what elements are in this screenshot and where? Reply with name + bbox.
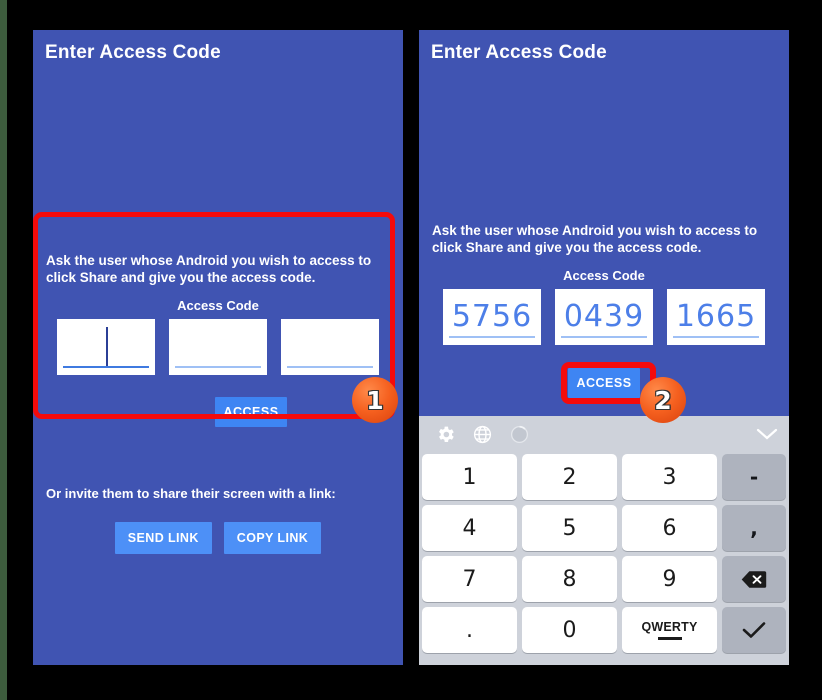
instructions-text-right: Ask the user whose Android you wish to a… <box>432 223 758 255</box>
backspace-icon <box>741 570 767 588</box>
left-edge-strip <box>0 0 7 700</box>
access-code-input-1[interactable] <box>57 319 155 375</box>
checkmark-icon <box>742 622 766 638</box>
voice-icon[interactable] <box>509 424 530 445</box>
keyboard-toolbar <box>419 416 789 452</box>
chevron-down-icon[interactable] <box>755 426 779 442</box>
keyboard-row: 4 5 6 , <box>422 505 786 551</box>
access-code-input-2-right[interactable]: 0439 <box>555 289 653 345</box>
keyboard-row: 1 2 3 - <box>422 454 786 500</box>
phone-screen-left: Enter Access Code Ask the user whose And… <box>33 30 403 665</box>
input-underline <box>175 366 261 368</box>
input-underline <box>63 366 149 368</box>
key-qwerty-label: QWERTY <box>641 620 698 634</box>
key-minus[interactable]: - <box>722 454 786 500</box>
instructions-text-left: Ask the user whose Android you wish to a… <box>46 253 372 285</box>
access-code-fields-right: 5756 0439 1665 <box>419 289 789 345</box>
key-2[interactable]: 2 <box>522 454 617 500</box>
qwerty-underline <box>657 637 682 640</box>
access-code-input-3-right[interactable]: 1665 <box>667 289 765 345</box>
globe-icon[interactable] <box>472 424 493 445</box>
key-8[interactable]: 8 <box>522 556 617 602</box>
key-4[interactable]: 4 <box>422 505 517 551</box>
page-title-left: Enter Access Code <box>45 42 221 63</box>
key-3[interactable]: 3 <box>622 454 717 500</box>
key-comma[interactable]: , <box>722 505 786 551</box>
copy-link-button[interactable]: COPY LINK <box>223 522 322 554</box>
key-0[interactable]: 0 <box>522 607 617 653</box>
input-underline <box>449 336 535 338</box>
key-7[interactable]: 7 <box>422 556 517 602</box>
access-button-left[interactable]: ACCESS <box>215 397 287 427</box>
access-code-input-2[interactable] <box>169 319 267 375</box>
input-underline <box>287 366 373 368</box>
access-button-right[interactable]: ACCESS <box>568 368 640 398</box>
gear-icon[interactable] <box>435 424 456 445</box>
page-title-right: Enter Access Code <box>431 42 607 63</box>
input-underline <box>561 336 647 338</box>
invite-link-text: Or invite them to share their screen wit… <box>46 486 336 501</box>
key-5[interactable]: 5 <box>522 505 617 551</box>
key-6[interactable]: 6 <box>622 505 717 551</box>
screenshot-root: Enter Access Code Ask the user whose And… <box>0 0 822 700</box>
key-1[interactable]: 1 <box>422 454 517 500</box>
access-code-fields-left <box>33 319 403 375</box>
access-code-input-3[interactable] <box>281 319 379 375</box>
access-code-input-1-right[interactable]: 5756 <box>443 289 541 345</box>
access-code-label-right: Access Code <box>563 268 645 283</box>
android-numeric-keyboard: 1 2 3 - 4 5 6 , 7 8 9 . 0 QWERTY <box>419 416 789 665</box>
key-9[interactable]: 9 <box>622 556 717 602</box>
phone-screen-right: Enter Access Code Ask the user whose And… <box>419 30 789 665</box>
key-period[interactable]: . <box>422 607 517 653</box>
key-qwerty-switch[interactable]: QWERTY <box>622 607 717 653</box>
link-buttons-group: SEND LINK COPY LINK <box>33 522 403 554</box>
send-link-button[interactable]: SEND LINK <box>114 522 212 554</box>
keyboard-row: 7 8 9 <box>422 556 786 602</box>
access-code-value-3-right: 1665 <box>675 298 757 334</box>
access-code-value-2-right: 0439 <box>563 298 645 334</box>
access-code-value-1-right: 5756 <box>451 298 533 334</box>
text-caret <box>106 327 108 367</box>
step-badge-2: 2 <box>640 377 686 423</box>
access-code-label-left: Access Code <box>177 298 259 313</box>
key-enter-confirm[interactable] <box>722 607 786 653</box>
key-backspace[interactable] <box>722 556 786 602</box>
step-badge-1: 1 <box>352 377 398 423</box>
input-underline <box>673 336 759 338</box>
keyboard-rows: 1 2 3 - 4 5 6 , 7 8 9 . 0 QWERTY <box>419 452 789 662</box>
keyboard-row: . 0 QWERTY <box>422 607 786 653</box>
